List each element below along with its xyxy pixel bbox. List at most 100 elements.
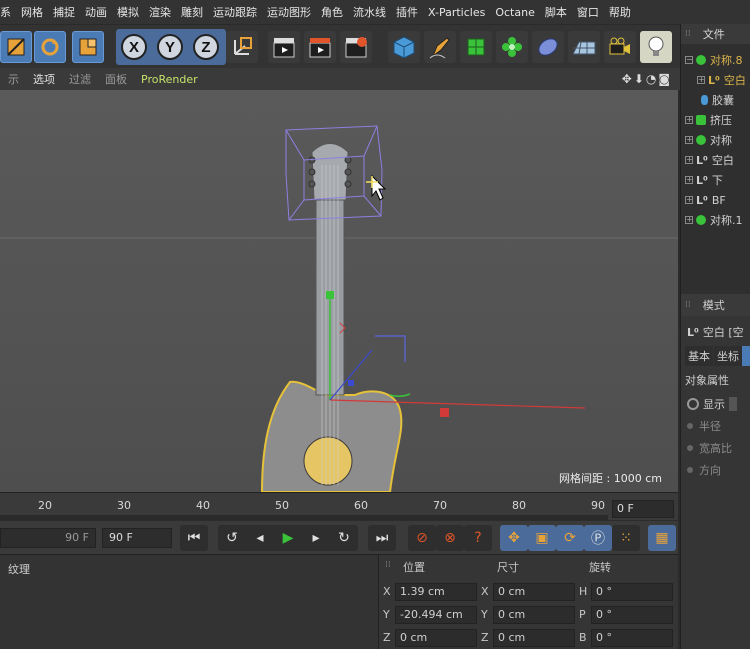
- x-axis-lock-button[interactable]: X: [118, 31, 150, 63]
- menu-item[interactable]: 雕刻: [181, 4, 203, 20]
- object-row-null[interactable]: + L⁰ 空白: [697, 70, 746, 90]
- coordinate-system-button[interactable]: [226, 31, 258, 63]
- go-to-start-button[interactable]: ⏮: [180, 525, 208, 551]
- end-frame-field[interactable]: 90 F: [102, 528, 172, 548]
- menu-item[interactable]: 渲染: [149, 4, 171, 20]
- key-pla-button[interactable]: ⁙: [612, 525, 640, 551]
- cloner-button[interactable]: [496, 31, 528, 63]
- pos-y-field[interactable]: -20.494 cm: [395, 606, 477, 624]
- object-manager-menu-file[interactable]: 文件: [703, 26, 725, 42]
- subdivision-surface-button[interactable]: [460, 31, 492, 63]
- live-select-button[interactable]: [72, 31, 104, 63]
- timeline-window-button[interactable]: ▦: [648, 525, 676, 551]
- timeline-ruler[interactable]: 20 30 40 50 60 70 80 90 0 F: [0, 492, 678, 521]
- record-keys-button[interactable]: ⊘: [408, 525, 436, 551]
- menu-item[interactable]: 系: [0, 4, 11, 20]
- menu-item[interactable]: 插件: [396, 4, 418, 20]
- display-dropdown[interactable]: [729, 397, 737, 411]
- z-axis-lock-button[interactable]: Z: [190, 31, 222, 63]
- menu-item[interactable]: Octane: [495, 6, 535, 19]
- current-frame-field[interactable]: 0 F: [612, 500, 674, 518]
- tab-basic[interactable]: 基本: [685, 346, 713, 366]
- key-scale-button[interactable]: ▣: [528, 525, 556, 551]
- display-row[interactable]: 显示: [687, 396, 737, 412]
- film-strip-icon: ▦: [655, 530, 669, 546]
- pos-z-field[interactable]: 0 cm: [395, 629, 477, 647]
- object-row-symmetry-8[interactable]: − 对称.8: [685, 50, 743, 70]
- cube-primitive-button[interactable]: [388, 31, 420, 63]
- tab-object[interactable]: [742, 346, 750, 366]
- render-settings-button[interactable]: [340, 31, 372, 63]
- preview-end-field[interactable]: 90 F: [0, 528, 96, 548]
- next-frame-button[interactable]: ▸: [302, 525, 330, 551]
- size-z-field[interactable]: 0 cm: [493, 629, 575, 647]
- expand-icon[interactable]: +: [685, 136, 693, 144]
- autokey-button[interactable]: ⊗: [436, 525, 464, 551]
- menu-item[interactable]: 捕捉: [53, 4, 75, 20]
- object-row-bottom[interactable]: + L⁰ 下: [685, 170, 723, 190]
- menu-item[interactable]: X-Particles: [428, 6, 485, 19]
- previous-frame-button[interactable]: ◂: [246, 525, 274, 551]
- light-button[interactable]: [640, 31, 672, 63]
- camera-button[interactable]: [604, 31, 636, 63]
- expand-icon[interactable]: +: [685, 156, 693, 164]
- object-row-bf[interactable]: + L⁰ BF: [685, 190, 726, 210]
- viewport-menu-prorender[interactable]: ProRender: [141, 73, 198, 86]
- deformer-button[interactable]: [532, 31, 564, 63]
- keyframe-selection-button[interactable]: ?: [464, 525, 492, 551]
- aspect-bullet-icon: [687, 445, 693, 451]
- viewport-menu-panel[interactable]: 面板: [105, 71, 127, 87]
- menu-item[interactable]: 运动跟踪: [213, 4, 257, 20]
- menu-item[interactable]: 窗口: [577, 4, 599, 20]
- rot-p-field[interactable]: 0 °: [591, 606, 673, 624]
- expand-icon[interactable]: +: [685, 216, 693, 224]
- next-key-button[interactable]: ↻: [330, 525, 358, 551]
- menu-item[interactable]: 网格: [21, 4, 43, 20]
- pos-x-field[interactable]: 1.39 cm: [395, 583, 477, 601]
- menu-item[interactable]: 模拟: [117, 4, 139, 20]
- object-row-null-2[interactable]: + L⁰ 空白: [685, 150, 734, 170]
- floor-button[interactable]: [568, 31, 600, 63]
- scale-tool-button[interactable]: [0, 31, 32, 63]
- rot-h-field[interactable]: 0 °: [591, 583, 673, 601]
- menu-item[interactable]: 运动图形: [267, 4, 311, 20]
- rotate-tool-button[interactable]: [34, 31, 66, 63]
- go-to-end-button[interactable]: ⏭: [368, 525, 396, 551]
- pen-spline-button[interactable]: [424, 31, 456, 63]
- object-row-symmetry[interactable]: + 对称: [685, 130, 732, 150]
- menu-item[interactable]: 角色: [321, 4, 343, 20]
- viewport-menu-display[interactable]: 示: [8, 71, 19, 87]
- expand-icon[interactable]: −: [685, 56, 693, 64]
- object-row-symmetry-1[interactable]: + 对称.1: [685, 210, 743, 230]
- expand-icon[interactable]: +: [685, 116, 693, 124]
- key-position-button[interactable]: ✥: [500, 525, 528, 551]
- render-view-button[interactable]: [268, 31, 300, 63]
- object-row-extrude[interactable]: + 挤压: [685, 110, 732, 130]
- menu-item[interactable]: 脚本: [545, 4, 567, 20]
- radio-icon[interactable]: [687, 398, 699, 410]
- material-menu-texture[interactable]: 纹理: [8, 561, 30, 577]
- rot-b-field[interactable]: 0 °: [591, 629, 673, 647]
- render-to-picture-viewer-button[interactable]: [304, 31, 336, 63]
- object-row-capsule[interactable]: 胶囊: [701, 90, 734, 110]
- key-parameter-button[interactable]: Ⓟ: [584, 525, 612, 551]
- size-x-field[interactable]: 0 cm: [493, 583, 575, 601]
- y-axis-lock-button[interactable]: Y: [154, 31, 186, 63]
- menu-item[interactable]: 流水线: [353, 4, 386, 20]
- play-button[interactable]: ▶: [274, 525, 302, 551]
- viewport-navigation-icons[interactable]: ✥⬇◔◙: [622, 72, 672, 86]
- viewport-menu-filter[interactable]: 过滤: [69, 71, 91, 87]
- expand-icon[interactable]: +: [685, 196, 693, 204]
- menu-item[interactable]: 帮助: [609, 4, 631, 20]
- 3d-viewport[interactable]: 网格间距 : 1000 cm: [0, 90, 678, 492]
- viewport-menu-options[interactable]: 选项: [33, 71, 55, 87]
- key-rotation-button[interactable]: ⟳: [556, 525, 584, 551]
- previous-key-button[interactable]: ↺: [218, 525, 246, 551]
- expand-icon[interactable]: +: [697, 76, 705, 84]
- size-y-field[interactable]: 0 cm: [493, 606, 575, 624]
- viewport-scene: [0, 125, 678, 492]
- expand-icon[interactable]: +: [685, 176, 693, 184]
- tab-coordinates[interactable]: 坐标: [714, 346, 742, 366]
- attribute-menu-mode[interactable]: 模式: [703, 297, 725, 313]
- menu-item[interactable]: 动画: [85, 4, 107, 20]
